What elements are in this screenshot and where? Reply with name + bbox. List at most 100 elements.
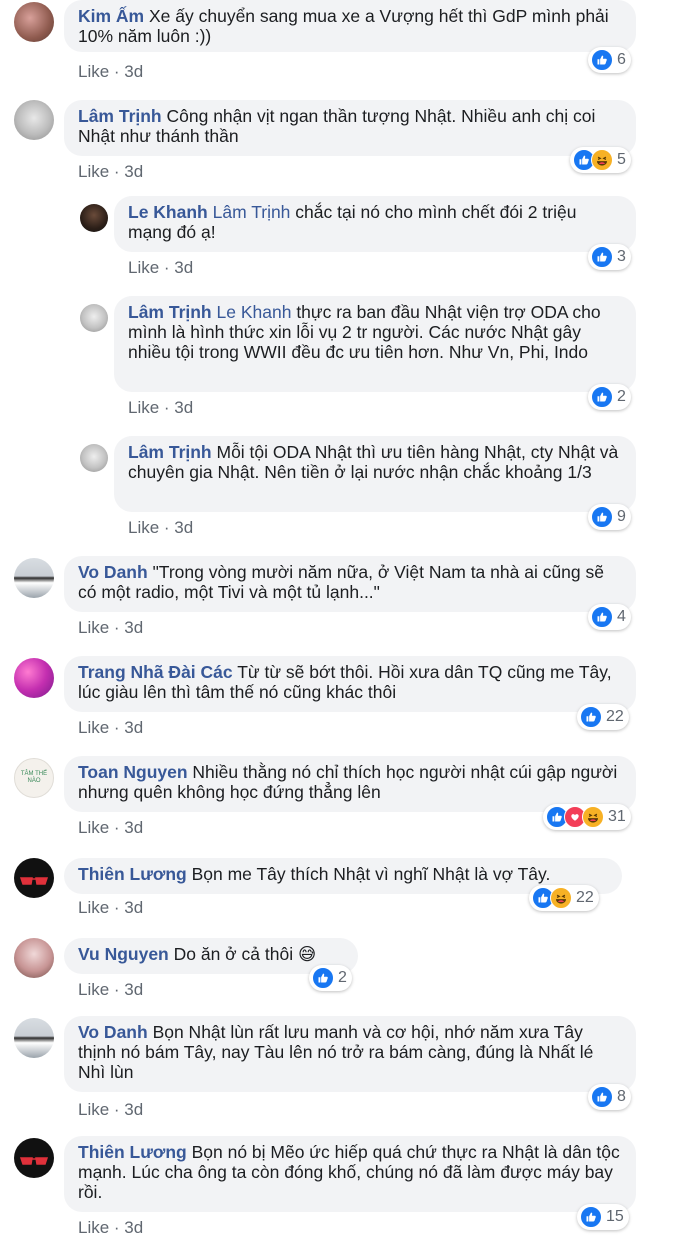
comment-author[interactable]: Vo Danh xyxy=(78,1022,148,1042)
like-link[interactable]: Like xyxy=(78,980,109,999)
avatar[interactable]: TÂM THẾ NÀO xyxy=(14,758,54,798)
avatar[interactable] xyxy=(14,100,54,140)
comment-author[interactable]: Toan Nguyen xyxy=(78,762,188,782)
timestamp[interactable]: 3d xyxy=(124,980,143,999)
timestamp[interactable]: 3d xyxy=(174,398,193,417)
avatar[interactable] xyxy=(80,304,108,332)
reaction-summary[interactable]: 8 xyxy=(588,1084,631,1110)
reaction-count: 22 xyxy=(576,889,594,906)
comment-text: Bọn Nhật lùn rất lưu manh và cơ hội, nhớ… xyxy=(78,1022,594,1082)
timestamp[interactable]: 3d xyxy=(124,818,143,837)
timestamp[interactable]: 3d xyxy=(124,618,143,637)
sunglasses-icon xyxy=(19,873,49,885)
avatar[interactable] xyxy=(14,658,54,698)
comment-bubble: Thiên Lương Bọn nó bị Mẽo ức hiếp quá ch… xyxy=(64,1136,636,1212)
reaction-count: 6 xyxy=(617,51,626,68)
like-link[interactable]: Like xyxy=(78,618,109,637)
avatar[interactable] xyxy=(14,2,54,42)
avatar[interactable] xyxy=(80,204,108,232)
comment-text: "Trong vòng mười năm nữa, ở Việt Nam ta … xyxy=(78,562,604,602)
comment-author[interactable]: Thiên Lương xyxy=(78,1142,187,1162)
reaction-count: 15 xyxy=(606,1208,624,1225)
comment-bubble: Lâm Trịnh Le Khanh thực ra ban đầu Nhật … xyxy=(114,296,636,392)
comment-bubble: Vo Danh Bọn Nhật lùn rất lưu manh và cơ … xyxy=(64,1016,636,1092)
reaction-count: 5 xyxy=(617,151,626,168)
comment-actions: Like · 3d xyxy=(128,258,194,277)
like-link[interactable]: Like xyxy=(78,818,109,837)
avatar[interactable] xyxy=(14,858,54,898)
like-link[interactable]: Like xyxy=(128,398,159,417)
comment-author[interactable]: Vu Nguyen xyxy=(78,944,169,964)
haha-reaction-icon xyxy=(582,806,604,828)
comment-actions: Like · 3d xyxy=(78,618,144,637)
like-link[interactable]: Like xyxy=(78,718,109,737)
reaction-count: 3 xyxy=(617,248,626,265)
mention-link[interactable]: Lâm Trịnh xyxy=(213,202,291,222)
timestamp[interactable]: 3d xyxy=(174,518,193,537)
comment-author[interactable]: Thiên Lương xyxy=(78,864,187,884)
comment-actions: Like · 3d xyxy=(128,518,194,537)
reaction-count: 9 xyxy=(617,508,626,525)
reaction-summary[interactable]: 5 xyxy=(570,147,631,173)
comment-author[interactable]: Le Khanh xyxy=(128,202,208,222)
reaction-count: 22 xyxy=(606,708,624,725)
reaction-summary[interactable]: 22 xyxy=(577,704,629,730)
haha-reaction-icon xyxy=(591,149,613,171)
timestamp[interactable]: 3d xyxy=(124,62,143,81)
comment-author[interactable]: Lâm Trịnh xyxy=(78,106,162,126)
reaction-summary[interactable]: 22 xyxy=(529,885,599,911)
reaction-count: 2 xyxy=(338,969,347,986)
reaction-summary[interactable]: 4 xyxy=(588,604,631,630)
comment-actions: Like · 3d xyxy=(78,162,144,181)
comment-bubble: Vo Danh "Trong vòng mười năm nữa, ở Việt… xyxy=(64,556,636,612)
comment-text: Bọn me Tây thích Nhật vì nghĩ Nhật là vợ… xyxy=(191,864,551,884)
avatar[interactable] xyxy=(14,1018,54,1058)
like-link[interactable]: Like xyxy=(128,518,159,537)
comment-author[interactable]: Vo Danh xyxy=(78,562,148,582)
comment-actions: Like · 3d xyxy=(78,1218,144,1237)
comment-bubble: Kim Ấm Xe ấy chuyển sang mua xe a Vượng … xyxy=(64,0,636,52)
like-link[interactable]: Like xyxy=(78,1218,109,1237)
like-reaction-icon xyxy=(591,386,613,408)
avatar[interactable] xyxy=(14,938,54,978)
reaction-summary[interactable]: 31 xyxy=(543,804,631,830)
comment-text: Xe ấy chuyển sang mua xe a Vượng hết thì… xyxy=(78,6,609,46)
comment-actions: Like · 3d xyxy=(78,62,144,81)
comment-bubble: Trang Nhã Đài Các Từ từ sẽ bớt thôi. Hồi… xyxy=(64,656,636,712)
comment-bubble: Le Khanh Lâm Trịnh chắc tại nó cho mình … xyxy=(114,196,636,252)
timestamp[interactable]: 3d xyxy=(124,898,143,917)
reaction-summary[interactable]: 2 xyxy=(588,384,631,410)
timestamp[interactable]: 3d xyxy=(124,1218,143,1237)
reaction-summary[interactable]: 2 xyxy=(309,965,352,991)
reaction-summary[interactable]: 6 xyxy=(588,47,631,73)
like-link[interactable]: Like xyxy=(128,258,159,277)
like-link[interactable]: Like xyxy=(78,62,109,81)
reaction-summary[interactable]: 9 xyxy=(588,504,631,530)
reaction-summary[interactable]: 15 xyxy=(577,1204,629,1230)
like-reaction-icon xyxy=(591,506,613,528)
avatar[interactable] xyxy=(80,444,108,472)
comment-author[interactable]: Trang Nhã Đài Các xyxy=(78,662,233,682)
comment-author[interactable]: Lâm Trịnh xyxy=(128,302,212,322)
like-link[interactable]: Like xyxy=(78,1100,109,1119)
mention-link[interactable]: Le Khanh xyxy=(217,302,292,322)
comment-bubble: Lâm Trịnh Mỗi tội ODA Nhật thì ưu tiên h… xyxy=(114,436,636,512)
comment-actions: Like · 3d xyxy=(128,398,194,417)
timestamp[interactable]: 3d xyxy=(124,162,143,181)
avatar[interactable] xyxy=(14,1138,54,1178)
timestamp[interactable]: 3d xyxy=(124,1100,143,1119)
reaction-summary[interactable]: 3 xyxy=(588,244,631,270)
like-reaction-icon xyxy=(591,49,613,71)
comment-actions: Like · 3d xyxy=(78,818,144,837)
like-reaction-icon xyxy=(591,1086,613,1108)
comment-actions: Like · 3d xyxy=(78,1100,144,1119)
like-reaction-icon xyxy=(580,1206,602,1228)
timestamp[interactable]: 3d xyxy=(124,718,143,737)
like-link[interactable]: Like xyxy=(78,162,109,181)
like-link[interactable]: Like xyxy=(78,898,109,917)
avatar[interactable] xyxy=(14,558,54,598)
comment-author[interactable]: Kim Ấm xyxy=(78,6,144,26)
comment-author[interactable]: Lâm Trịnh xyxy=(128,442,212,462)
like-reaction-icon xyxy=(312,967,334,989)
timestamp[interactable]: 3d xyxy=(174,258,193,277)
